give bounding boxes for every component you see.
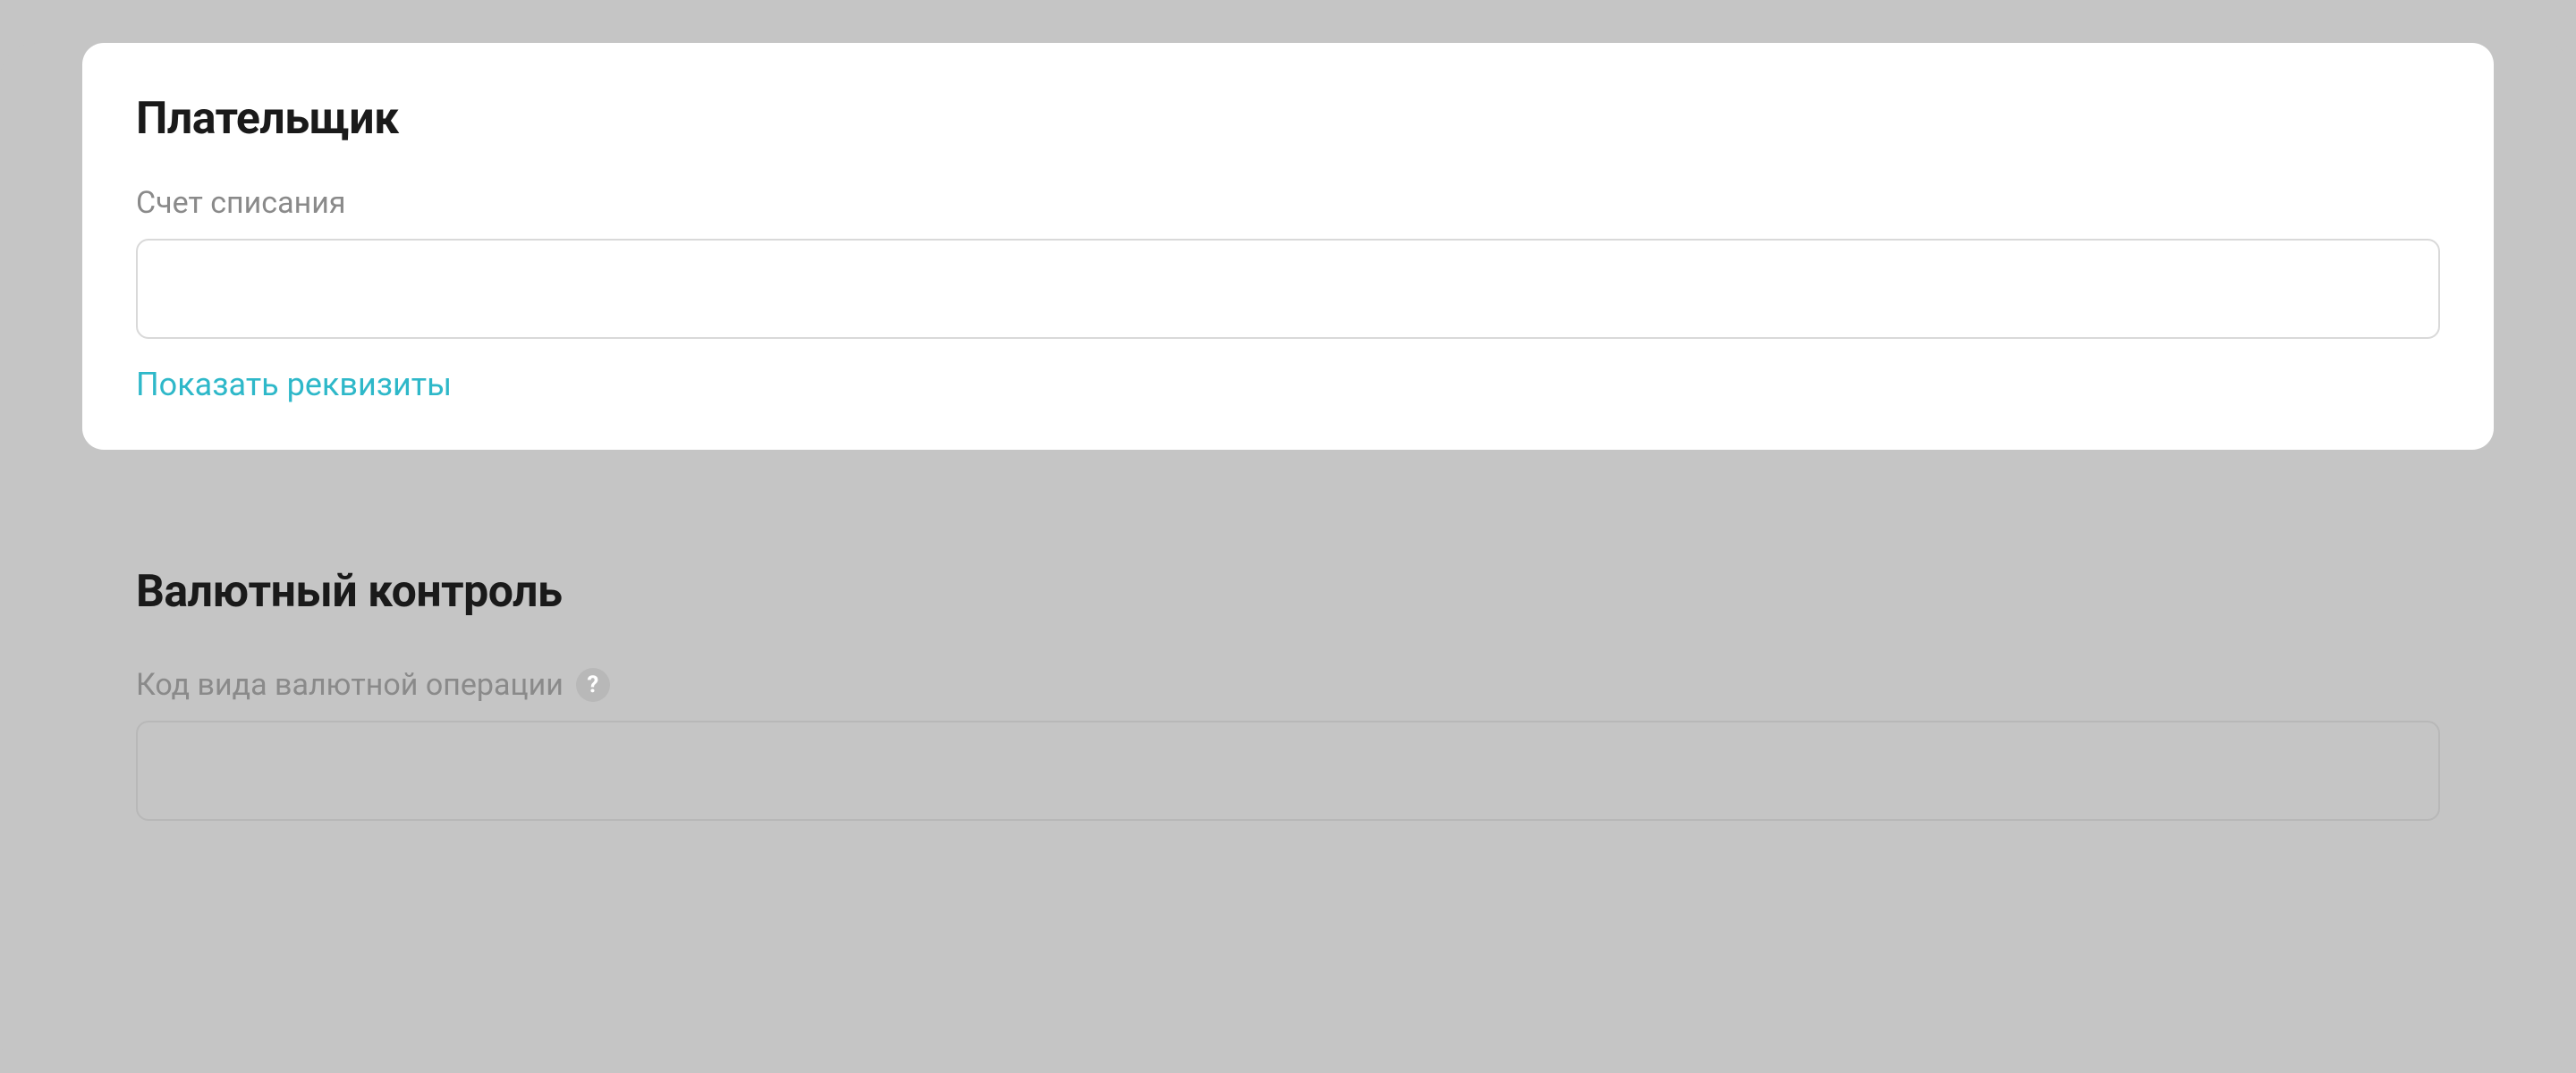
account-field-group: Счет списания [136, 185, 2440, 339]
account-label: Счет списания [136, 185, 2440, 221]
payer-title: Плательщик [136, 93, 2440, 145]
operation-code-input[interactable] [136, 721, 2440, 821]
operation-code-label: Код вида валютной операции ? [136, 667, 2440, 703]
currency-control-section: Валютный контроль Код вида валютной опер… [82, 566, 2494, 821]
operation-code-field-group: Код вида валютной операции ? [136, 667, 2440, 821]
account-input[interactable] [136, 239, 2440, 339]
help-icon[interactable]: ? [576, 668, 610, 702]
show-details-link[interactable]: Показать реквизиты [136, 366, 452, 403]
currency-control-title: Валютный контроль [136, 566, 2440, 618]
operation-code-label-text: Код вида валютной операции [136, 667, 564, 703]
form-container: Плательщик Счет списания Показать реквиз… [0, 43, 2576, 1073]
payer-card: Плательщик Счет списания Показать реквиз… [82, 43, 2494, 450]
